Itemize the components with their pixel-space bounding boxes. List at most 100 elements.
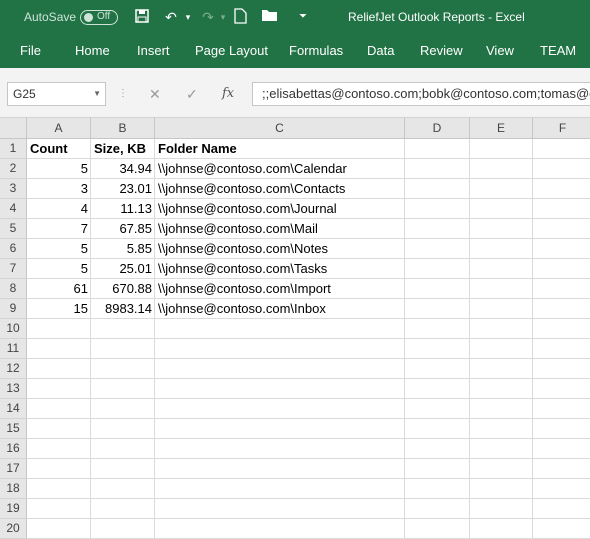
cell-e5[interactable] bbox=[470, 219, 533, 239]
cell-f3[interactable] bbox=[533, 179, 590, 199]
cell-d17[interactable] bbox=[405, 459, 470, 479]
cell-b1[interactable]: Size, KB bbox=[91, 139, 155, 159]
cell-f2[interactable] bbox=[533, 159, 590, 179]
cell-d18[interactable] bbox=[405, 479, 470, 499]
cell-c12[interactable] bbox=[155, 359, 405, 379]
cell-e17[interactable] bbox=[470, 459, 533, 479]
cell-e6[interactable] bbox=[470, 239, 533, 259]
cell-f8[interactable] bbox=[533, 279, 590, 299]
cell-d20[interactable] bbox=[405, 519, 470, 539]
tab-page-layout[interactable]: Page Layout bbox=[195, 43, 268, 58]
column-header-b[interactable]: B bbox=[91, 118, 155, 139]
cell-b16[interactable] bbox=[91, 439, 155, 459]
cell-e16[interactable] bbox=[470, 439, 533, 459]
cell-b3[interactable]: 23.01 bbox=[91, 179, 155, 199]
cell-a20[interactable] bbox=[27, 519, 91, 539]
cell-f10[interactable] bbox=[533, 319, 590, 339]
cell-b19[interactable] bbox=[91, 499, 155, 519]
cell-b10[interactable] bbox=[91, 319, 155, 339]
cell-d9[interactable] bbox=[405, 299, 470, 319]
cell-e7[interactable] bbox=[470, 259, 533, 279]
cell-c20[interactable] bbox=[155, 519, 405, 539]
cell-b17[interactable] bbox=[91, 459, 155, 479]
cell-c8[interactable]: \\johnse@contoso.com\Import bbox=[155, 279, 405, 299]
cell-c11[interactable] bbox=[155, 339, 405, 359]
row-header[interactable]: 18 bbox=[0, 479, 27, 499]
cell-c19[interactable] bbox=[155, 499, 405, 519]
column-header-d[interactable]: D bbox=[405, 118, 470, 139]
cell-d14[interactable] bbox=[405, 399, 470, 419]
save-icon[interactable] bbox=[132, 8, 152, 26]
row-header[interactable]: 5 bbox=[0, 219, 27, 239]
cell-a13[interactable] bbox=[27, 379, 91, 399]
formula-input[interactable]: ;;elisabettas@contoso.com;bobk@contoso.c… bbox=[252, 82, 590, 106]
column-header-f[interactable]: F bbox=[533, 118, 590, 139]
cell-d8[interactable] bbox=[405, 279, 470, 299]
customize-qat-icon[interactable]: ⏷ bbox=[296, 8, 310, 26]
cell-a4[interactable]: 4 bbox=[27, 199, 91, 219]
cell-f17[interactable] bbox=[533, 459, 590, 479]
cell-a10[interactable] bbox=[27, 319, 91, 339]
cell-a17[interactable] bbox=[27, 459, 91, 479]
cell-a14[interactable] bbox=[27, 399, 91, 419]
cell-d12[interactable] bbox=[405, 359, 470, 379]
cell-e2[interactable] bbox=[470, 159, 533, 179]
row-header[interactable]: 19 bbox=[0, 499, 27, 519]
cell-e14[interactable] bbox=[470, 399, 533, 419]
row-header[interactable]: 8 bbox=[0, 279, 27, 299]
cell-e20[interactable] bbox=[470, 519, 533, 539]
new-document-icon[interactable] bbox=[232, 8, 248, 26]
row-header[interactable]: 20 bbox=[0, 519, 27, 539]
cell-a18[interactable] bbox=[27, 479, 91, 499]
row-header[interactable]: 14 bbox=[0, 399, 27, 419]
enter-icon[interactable]: ✓ bbox=[186, 86, 198, 103]
cell-f12[interactable] bbox=[533, 359, 590, 379]
name-box[interactable]: G25 ▼ bbox=[7, 82, 106, 106]
cell-c6[interactable]: \\johnse@contoso.com\Notes bbox=[155, 239, 405, 259]
cell-f7[interactable] bbox=[533, 259, 590, 279]
cell-d3[interactable] bbox=[405, 179, 470, 199]
row-header[interactable]: 9 bbox=[0, 299, 27, 319]
cell-b7[interactable]: 25.01 bbox=[91, 259, 155, 279]
row-header[interactable]: 12 bbox=[0, 359, 27, 379]
cell-e4[interactable] bbox=[470, 199, 533, 219]
tab-view[interactable]: View bbox=[486, 43, 514, 58]
row-header[interactable]: 13 bbox=[0, 379, 27, 399]
cell-a8[interactable]: 61 bbox=[27, 279, 91, 299]
column-header-c[interactable]: C bbox=[155, 118, 405, 139]
cell-d13[interactable] bbox=[405, 379, 470, 399]
open-folder-icon[interactable] bbox=[260, 8, 280, 26]
tab-home[interactable]: Home bbox=[75, 43, 110, 58]
cell-b8[interactable]: 670.88 bbox=[91, 279, 155, 299]
cell-d11[interactable] bbox=[405, 339, 470, 359]
cell-b5[interactable]: 67.85 bbox=[91, 219, 155, 239]
cell-e3[interactable] bbox=[470, 179, 533, 199]
tab-insert[interactable]: Insert bbox=[137, 43, 170, 58]
cell-b14[interactable] bbox=[91, 399, 155, 419]
name-box-dropdown-icon[interactable]: ▼ bbox=[93, 83, 101, 105]
cell-a5[interactable]: 7 bbox=[27, 219, 91, 239]
redo-icon[interactable]: ↷ bbox=[197, 8, 219, 26]
tab-review[interactable]: Review bbox=[420, 43, 463, 58]
cell-e19[interactable] bbox=[470, 499, 533, 519]
cell-c13[interactable] bbox=[155, 379, 405, 399]
cell-f6[interactable] bbox=[533, 239, 590, 259]
cell-d19[interactable] bbox=[405, 499, 470, 519]
cell-f9[interactable] bbox=[533, 299, 590, 319]
cell-e13[interactable] bbox=[470, 379, 533, 399]
row-header[interactable]: 17 bbox=[0, 459, 27, 479]
cell-e12[interactable] bbox=[470, 359, 533, 379]
cell-f5[interactable] bbox=[533, 219, 590, 239]
cell-c3[interactable]: \\johnse@contoso.com\Contacts bbox=[155, 179, 405, 199]
undo-dropdown-icon[interactable]: ▾ bbox=[182, 8, 194, 26]
cell-e11[interactable] bbox=[470, 339, 533, 359]
cell-c17[interactable] bbox=[155, 459, 405, 479]
row-header[interactable]: 1 bbox=[0, 139, 27, 159]
tab-data[interactable]: Data bbox=[367, 43, 394, 58]
tab-file[interactable]: File bbox=[20, 43, 41, 58]
cell-b2[interactable]: 34.94 bbox=[91, 159, 155, 179]
cell-f13[interactable] bbox=[533, 379, 590, 399]
resize-handle-icon[interactable]: ⋮ bbox=[118, 88, 129, 99]
row-header[interactable]: 4 bbox=[0, 199, 27, 219]
cell-e1[interactable] bbox=[470, 139, 533, 159]
